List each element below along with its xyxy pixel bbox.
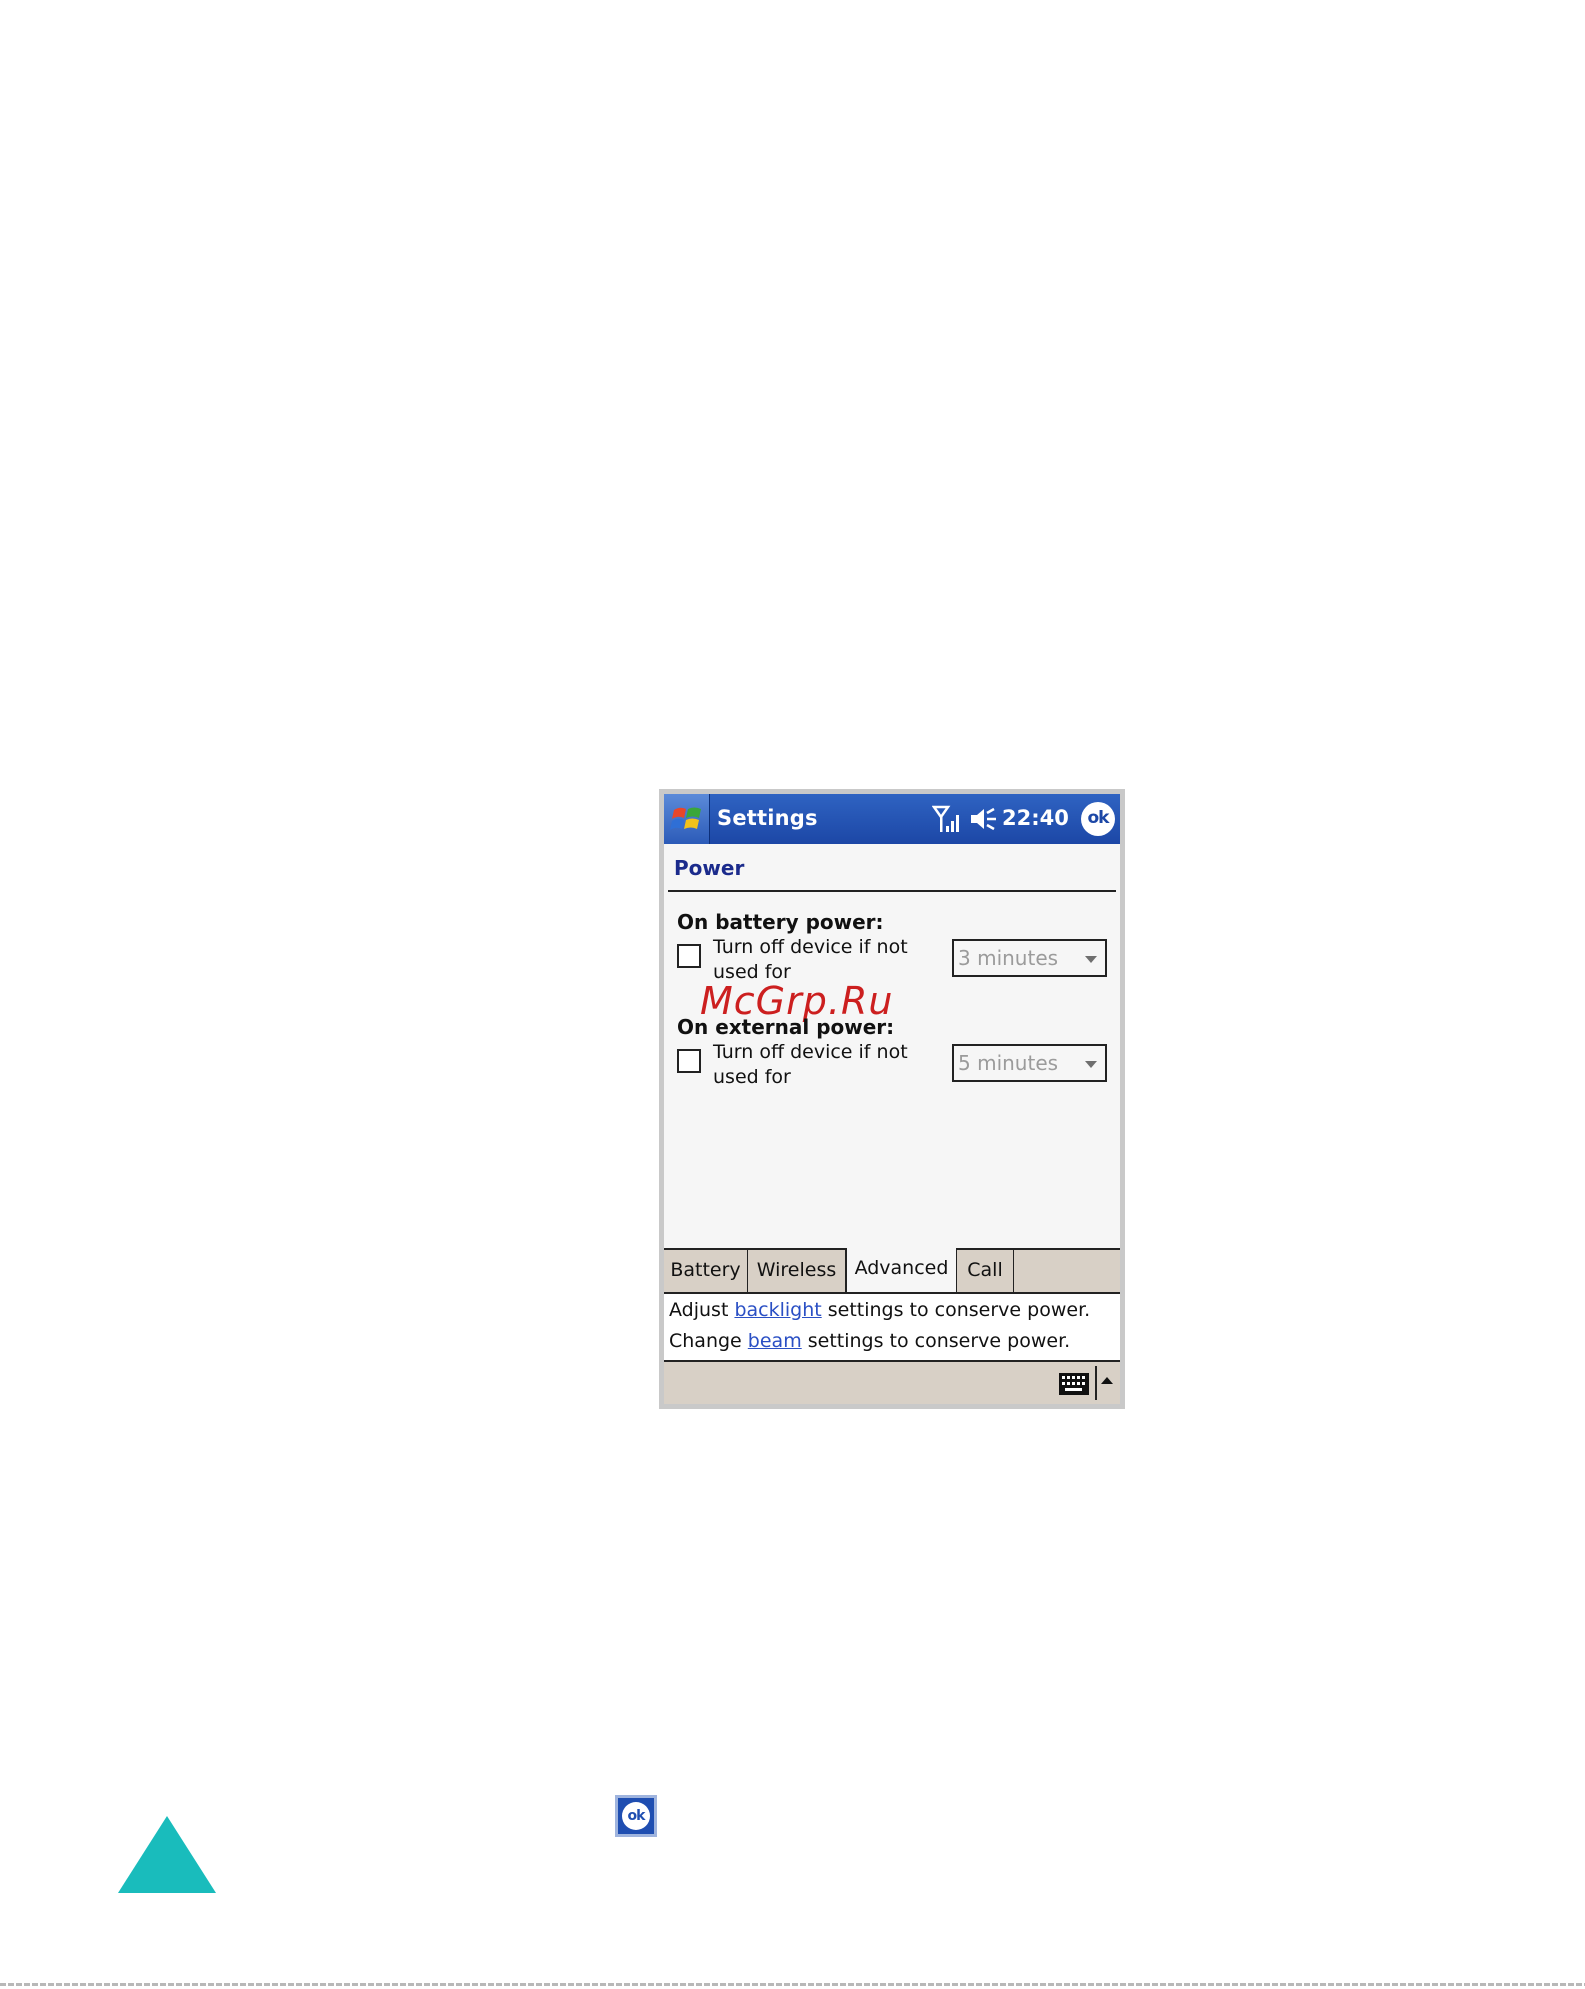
- tab-advanced[interactable]: Advanced: [846, 1248, 957, 1292]
- header-divider: [668, 890, 1116, 892]
- beam-link[interactable]: beam: [748, 1330, 802, 1352]
- battery-turn-off-label[interactable]: Turn off device if not used for: [713, 935, 923, 985]
- clock[interactable]: 22:40: [1002, 806, 1069, 830]
- signal-strength-icon: [932, 805, 959, 832]
- ok-button[interactable]: ok: [1081, 802, 1115, 836]
- beam-info-suffix: settings to conserve power.: [801, 1330, 1071, 1352]
- backlight-info-suffix: settings to conserve power.: [821, 1299, 1091, 1321]
- device-screen: Settings 22:40 ok Power On battery power…: [659, 789, 1125, 1409]
- ok-reference-icon: ok: [615, 1795, 657, 1837]
- title-bar: Settings 22:40 ok: [664, 794, 1120, 844]
- command-bar: [664, 1360, 1120, 1404]
- windows-start-icon: [670, 807, 701, 830]
- ok-reference-label: ok: [622, 1802, 650, 1830]
- tab-battery[interactable]: Battery: [664, 1250, 748, 1292]
- tab-strip: Battery Wireless Advanced Call: [664, 1248, 1120, 1292]
- battery-power-heading: On battery power:: [677, 910, 884, 934]
- backlight-info-prefix: Adjust: [669, 1299, 735, 1321]
- speaker-muted-icon: [971, 807, 996, 831]
- keyboard-icon[interactable]: [1058, 1372, 1090, 1396]
- backlight-link[interactable]: backlight: [734, 1299, 821, 1321]
- external-power-heading: On external power:: [677, 1015, 895, 1039]
- chevron-down-icon: [1085, 1061, 1097, 1068]
- start-menu-button[interactable]: [664, 794, 710, 844]
- info-area: Adjust backlight settings to conserve po…: [664, 1292, 1120, 1362]
- external-turn-off-label[interactable]: Turn off device if not used for: [713, 1040, 923, 1090]
- battery-timeout-value: 3 minutes: [958, 946, 1059, 970]
- chevron-down-icon: [1085, 956, 1097, 963]
- bottom-rule: [0, 1983, 1585, 1986]
- page-title: Power: [674, 856, 745, 880]
- sip-divider: [1095, 1366, 1097, 1400]
- backlight-info-line: Adjust backlight settings to conserve po…: [669, 1299, 1090, 1321]
- beam-info-line: Change beam settings to conserve power.: [669, 1330, 1070, 1352]
- input-panel-arrow-icon[interactable]: [1101, 1377, 1113, 1384]
- app-title: Settings: [717, 806, 818, 830]
- tab-call[interactable]: Call: [957, 1250, 1014, 1292]
- battery-timeout-dropdown[interactable]: 3 minutes: [952, 939, 1107, 977]
- external-timeout-dropdown[interactable]: 5 minutes: [952, 1044, 1107, 1082]
- tab-wireless[interactable]: Wireless: [748, 1250, 846, 1292]
- external-timeout-value: 5 minutes: [958, 1051, 1059, 1075]
- external-turn-off-checkbox[interactable]: [677, 1049, 701, 1073]
- teal-triangle-icon: [118, 1816, 216, 1893]
- battery-turn-off-checkbox[interactable]: [677, 944, 701, 968]
- beam-info-prefix: Change: [669, 1330, 748, 1352]
